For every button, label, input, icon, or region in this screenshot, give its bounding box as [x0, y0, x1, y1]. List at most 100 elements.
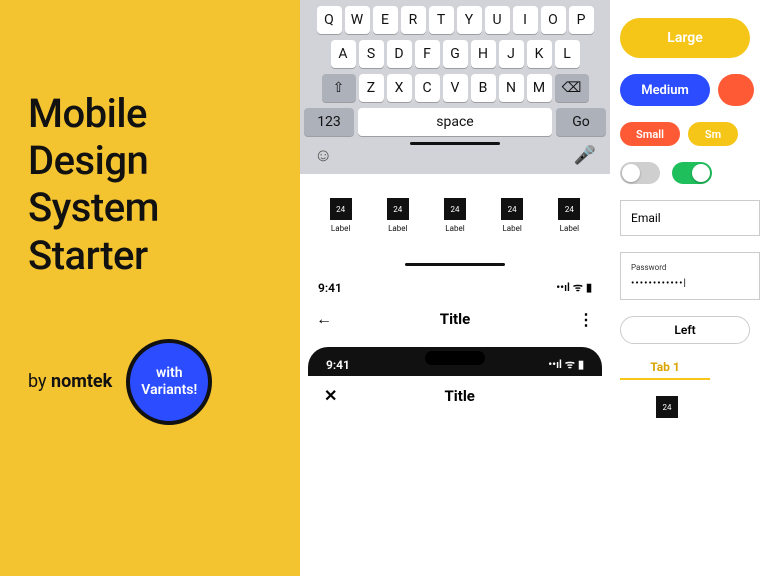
- left-chip[interactable]: Left: [620, 316, 750, 344]
- key-l[interactable]: L: [555, 40, 580, 68]
- icon-label-item[interactable]: 24 Label: [444, 198, 466, 233]
- email-label: Email: [631, 211, 661, 225]
- notch: [425, 351, 485, 365]
- divider-bar: [405, 263, 505, 266]
- key-g[interactable]: G: [443, 40, 468, 68]
- keyboard-row-3: ⇧ Z X C V B N M ⌫: [304, 74, 606, 102]
- tab-1[interactable]: Tab 1: [620, 360, 710, 380]
- key-d[interactable]: D: [387, 40, 412, 68]
- title-line: Mobile: [28, 90, 147, 137]
- medium-button-alt[interactable]: [718, 74, 754, 106]
- password-value: ••••••••••••|: [631, 278, 687, 289]
- key-j[interactable]: J: [499, 40, 524, 68]
- icon-caption: Label: [502, 224, 521, 233]
- nav-title: Title: [440, 310, 470, 328]
- space-key[interactable]: space: [358, 108, 552, 136]
- backspace-key[interactable]: ⌫: [555, 74, 589, 102]
- key-q[interactable]: Q: [317, 6, 342, 34]
- middle-column: Q W E R T Y U I O P A S D F G H J K L ⇧ …: [300, 0, 610, 576]
- icon-label-item[interactable]: 24 Label: [501, 198, 523, 233]
- icon-label-item[interactable]: 24 Label: [330, 198, 352, 233]
- key-f[interactable]: F: [415, 40, 440, 68]
- status-bar-dark: 9:41 ••ıl ᯤ ▮: [308, 347, 602, 376]
- placeholder-icon: 24: [387, 198, 409, 220]
- battery-icon: ▮: [586, 281, 592, 294]
- placeholder-icon: 24: [444, 198, 466, 220]
- key-z[interactable]: Z: [359, 74, 384, 102]
- key-n[interactable]: N: [499, 74, 524, 102]
- key-k[interactable]: K: [527, 40, 552, 68]
- keyboard-row-1: Q W E R T Y U I O P: [304, 6, 606, 34]
- medium-button[interactable]: Medium: [620, 74, 710, 106]
- spacer: [582, 386, 586, 405]
- wifi-icon: ᯤ: [573, 280, 583, 295]
- mini-placeholder-icon: 24: [656, 396, 678, 418]
- key-c[interactable]: C: [415, 74, 440, 102]
- toggle-off[interactable]: [620, 162, 660, 184]
- key-i[interactable]: I: [513, 6, 538, 34]
- password-field[interactable]: Password ••••••••••••|: [620, 252, 760, 300]
- status-time: 9:41: [318, 281, 342, 295]
- more-icon[interactable]: ⋮: [578, 310, 594, 329]
- key-s[interactable]: S: [359, 40, 384, 68]
- title-line: Starter: [28, 232, 148, 279]
- icon-caption: Label: [445, 224, 464, 233]
- key-v[interactable]: V: [443, 74, 468, 102]
- placeholder-icon: 24: [558, 198, 580, 220]
- icon-label-item[interactable]: 24Label: [387, 198, 409, 233]
- hero-title: Mobile Design System Starter: [28, 90, 272, 279]
- ios-keyboard: Q W E R T Y U I O P A S D F G H J K L ⇧ …: [300, 0, 610, 174]
- key-w[interactable]: W: [345, 6, 370, 34]
- status-bar-light: 9:41 ••ıl ᯤ ▮: [300, 276, 610, 299]
- small-button-alt[interactable]: Sm: [688, 122, 738, 146]
- brand-name: nomtek: [51, 371, 112, 392]
- keyboard-row-2: A S D F G H J K L: [304, 40, 606, 68]
- key-r[interactable]: R: [401, 6, 426, 34]
- go-key[interactable]: Go: [556, 108, 606, 136]
- icon-caption: Label: [560, 224, 579, 233]
- hero-panel: Mobile Design System Starter by nomtek w…: [0, 0, 300, 576]
- mic-icon[interactable]: 🎤: [574, 145, 596, 166]
- toggle-knob: [622, 164, 640, 182]
- shift-key[interactable]: ⇧: [322, 74, 356, 102]
- byline-text: by nomtek: [28, 371, 112, 392]
- key-y[interactable]: Y: [457, 6, 482, 34]
- large-button[interactable]: Large: [620, 18, 750, 58]
- close-icon[interactable]: ✕: [324, 386, 337, 405]
- signal-icon: ••ıl: [556, 281, 570, 294]
- keyboard-footer: ☺ 🎤: [304, 145, 606, 168]
- toggle-on[interactable]: [672, 162, 712, 184]
- key-e[interactable]: E: [373, 6, 398, 34]
- placeholder-icon: 24: [330, 198, 352, 220]
- wifi-icon: ᯤ: [565, 357, 575, 372]
- email-field[interactable]: Email: [620, 200, 760, 236]
- numeric-key[interactable]: 123: [304, 108, 354, 136]
- key-p[interactable]: P: [569, 6, 594, 34]
- icon-caption: Label: [331, 224, 350, 233]
- title-line: Design: [28, 137, 148, 184]
- key-m[interactable]: M: [527, 74, 552, 102]
- key-u[interactable]: U: [485, 6, 510, 34]
- right-column: Large Medium Small Sm Email Password •••…: [610, 0, 768, 576]
- keyboard-row-4: 123 space Go: [304, 108, 606, 136]
- key-a[interactable]: A: [331, 40, 356, 68]
- password-label: Password: [631, 263, 749, 272]
- title-line: System: [28, 184, 159, 231]
- toggle-row: [620, 162, 768, 184]
- key-x[interactable]: X: [387, 74, 412, 102]
- icon-label-item[interactable]: 24 Label: [558, 198, 580, 233]
- nav-bar-light: ← Title ⋮: [300, 299, 610, 339]
- nav-title: Title: [445, 387, 475, 405]
- battery-icon: ▮: [578, 358, 584, 371]
- byline: by nomtek with Variants!: [28, 339, 272, 425]
- key-b[interactable]: B: [471, 74, 496, 102]
- toggle-knob: [692, 164, 710, 182]
- key-t[interactable]: T: [429, 6, 454, 34]
- small-button[interactable]: Small: [620, 122, 680, 146]
- key-o[interactable]: O: [541, 6, 566, 34]
- nav-bar-dark: ✕ Title: [308, 376, 602, 415]
- placeholder-icon: 24: [501, 198, 523, 220]
- back-arrow-icon[interactable]: ←: [316, 309, 332, 329]
- key-h[interactable]: H: [471, 40, 496, 68]
- emoji-icon[interactable]: ☺: [314, 145, 332, 166]
